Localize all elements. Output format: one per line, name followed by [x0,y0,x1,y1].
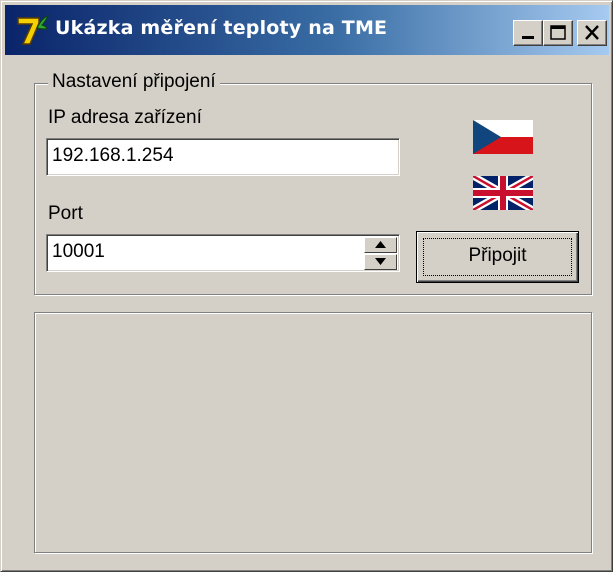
uk-flag-icon[interactable] [473,176,533,210]
connect-button-label: Připojit [468,245,527,266]
connection-settings-title: Nastavení připojení [48,71,220,93]
output-panel [34,312,592,553]
czech-flag-icon[interactable] [473,120,533,154]
port-decrement-button[interactable] [364,254,397,270]
ip-address-input[interactable]: 192.168.1.254 [46,138,400,176]
close-icon [585,25,599,40]
minimize-icon [522,36,534,39]
close-button[interactable] [577,20,607,46]
minimize-button[interactable] [513,20,543,46]
connect-button[interactable]: Připojit [416,231,579,283]
port-increment-button[interactable] [364,237,397,253]
main-window: Ukázka měření teploty na TME Nastavení p… [0,0,613,572]
port-spinner[interactable] [364,237,397,270]
ip-address-label: IP adresa zařízení [48,107,202,128]
window-title: Ukázka měření teploty na TME [55,17,388,39]
app-logo-icon [17,15,49,45]
title-bar[interactable]: Ukázka měření teploty na TME [5,5,609,55]
arrow-down-icon [375,258,386,265]
maximize-button[interactable] [543,20,573,46]
port-label: Port [48,203,83,224]
maximize-icon [550,25,566,40]
port-input[interactable]: 10001 [46,234,400,272]
arrow-up-icon [375,241,386,248]
